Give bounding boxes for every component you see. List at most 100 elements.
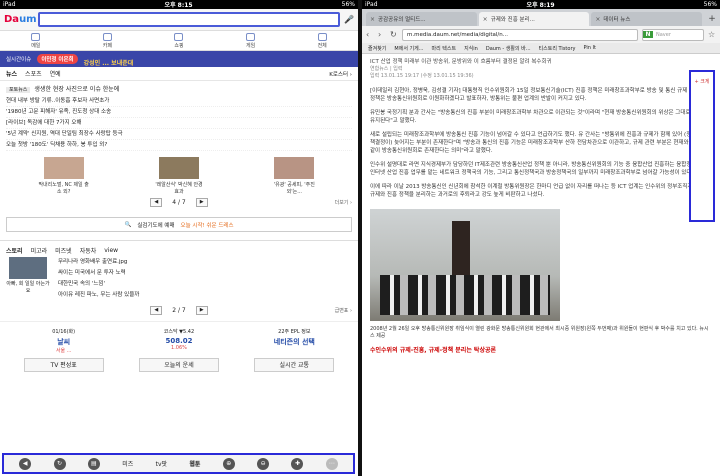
bookmarks-bar: 즐겨찾기 M에서 기게... 마리 텍스트 지식in Daum - 생활의 바.… — [362, 43, 720, 54]
toolbar-webtoon[interactable]: 웹툰 — [189, 459, 200, 468]
nav-mail[interactable]: 메일 — [31, 32, 40, 49]
fullscreen-icon[interactable]: ✚ — [291, 457, 304, 470]
more-link[interactable]: 더보기 › — [335, 199, 352, 206]
forward-arrow-icon[interactable]: › — [378, 30, 386, 39]
search-input[interactable]: N Naver — [642, 28, 704, 41]
photo-pager: ◀ 4 / 7 ▶ 더보기 › — [0, 195, 358, 209]
tab-migora[interactable]: 미고라 — [31, 246, 48, 255]
back-icon[interactable]: ◀ — [19, 457, 32, 470]
font-size-side-panel[interactable]: + 크게 — [689, 70, 715, 222]
kosdaq-widget[interactable]: 코스닥 ▼5.42 508.02 1.06% — [135, 328, 223, 354]
k-roster-link[interactable]: K로스터 › — [329, 70, 352, 78]
bookmark[interactable]: 즐겨찾기 — [368, 45, 386, 52]
prev-button[interactable]: ◀ — [150, 305, 163, 315]
mic-icon[interactable]: 🎤 — [344, 15, 354, 24]
photo-thumb — [274, 157, 315, 179]
widget-buttons: TV 편성표 오늘의 운세 실시간 교통 — [0, 354, 358, 376]
weather-widget[interactable]: 01/16(화) 날씨 서울 ... — [20, 328, 108, 354]
photo-card[interactable]: 막내리노벌, NC 제일 출소 외? — [38, 157, 90, 195]
list-item[interactable]: 아이유 레진 파노, 무는 사람 있을까 — [58, 290, 352, 301]
hot-keyword[interactable]: 이민정 이은희 — [37, 54, 78, 64]
toolbar-miz[interactable]: 미즈 — [122, 459, 133, 468]
search-input[interactable] — [38, 12, 341, 27]
photo-thumb — [158, 157, 199, 179]
article-photo[interactable] — [370, 209, 560, 321]
tab-car[interactable]: 자동차 — [80, 246, 97, 255]
story-body: 아빠, 회 일일 아는가요 무리나라 영화배우 출연료.jpg 싸이는 미국에서… — [0, 255, 358, 303]
nav-game[interactable]: 게임 — [246, 32, 255, 49]
address-bar: ‹ › ↻ m.media.daum.net/media/digital/n..… — [362, 26, 720, 43]
daum-logo[interactable]: Daum — [4, 14, 37, 25]
tab-entertainment[interactable]: 연예 — [50, 69, 61, 78]
browser-tab[interactable]: × 데이터 뉴스 — [591, 12, 703, 26]
list-item[interactable]: '1980년 고문 피해자' 유족, 진도청 상대 소송 — [6, 107, 352, 118]
zoom-in-icon[interactable]: ⊕ — [222, 457, 235, 470]
photo-card[interactable]: '레알산식' 박신혜 안경 효과 — [153, 157, 205, 195]
more-icon[interactable]: ⋯ — [325, 457, 338, 470]
next-button[interactable]: ▶ — [195, 305, 208, 315]
browser-tab-active[interactable]: × 규제와 진흥 분리... — [478, 12, 590, 26]
tab-view[interactable]: view — [104, 247, 118, 254]
traffic-button[interactable]: 실시간 교통 — [254, 358, 335, 372]
list-item[interactable]: '5년 계약' 신지원, 역대 단일팀 최장수 사랑탑 등극 — [6, 129, 352, 140]
star-icon[interactable]: ☆ — [708, 30, 716, 39]
bookmark[interactable]: 마리 텍스트 — [431, 45, 456, 52]
promo-bar[interactable]: 🔍 실검기도에 예매 오늘 시작! 쉬운 드레스 — [6, 217, 352, 232]
list-item[interactable]: 싸이는 미국에서 문 투자 노력 — [58, 268, 352, 279]
tab-story[interactable]: 스토리 — [6, 246, 23, 255]
tab-miznet[interactable]: 미즈넷 — [55, 246, 72, 255]
article-paragraph: [이데일리 김현아, 정병욱, 김성결 기자] 대통령직 인수위원회가 15일 … — [370, 88, 688, 102]
article-paragraph: 유민봉 국정기획 분과 간사는 "방송통신의 진흥 부분이 미래창조과학부 차관… — [370, 110, 691, 124]
tab-sports[interactable]: 스포츠 — [25, 69, 42, 78]
tab-news[interactable]: 뉴스 — [6, 69, 17, 78]
bookmark[interactable]: M에서 기게... — [394, 45, 423, 52]
bookmark[interactable]: 지식in — [464, 45, 478, 52]
url-field[interactable]: m.media.daum.net/media/digital/n... — [402, 28, 638, 41]
epl-widget[interactable]: 22주 EPL 정보 네티즌의 선택 — [250, 328, 338, 354]
list-item[interactable]: 무리나라 영화배우 출연료.jpg — [58, 257, 352, 268]
prev-button[interactable]: ◀ — [150, 197, 163, 207]
close-icon[interactable]: × — [483, 16, 488, 23]
browser-tab[interactable]: × 공감공유의 멀티드... — [366, 12, 477, 26]
list-item[interactable]: 오늘 첫방 '180도' 딕채용 하하, 봉 투입 외? — [6, 140, 352, 151]
more-link[interactable]: 급변표 › — [335, 307, 352, 314]
refresh-icon[interactable]: ↻ — [53, 457, 66, 470]
article: ICT 산업 정책 미래부 이관 방송위, 문방위와 이 흐름부터 결정된 알려… — [362, 54, 720, 357]
bookmark[interactable]: Pin It — [583, 45, 596, 51]
story-thumb[interactable]: 아빠, 회 일일 아는가요 — [6, 257, 50, 301]
article-paragraph: 인수위 설명대로 라면 지식경제부가 담당하던 IT제조관련 방송통신산업 정책… — [370, 162, 707, 176]
info-widgets: 01/16(화) 날씨 서울 ... 코스닥 ▼5.42 508.02 1.06% 22… — [0, 321, 358, 354]
new-tab-button[interactable]: + — [704, 12, 720, 26]
nav-cafe[interactable]: 카페 — [103, 32, 112, 49]
article-date: 입력 13.01.15 19:17 (수정 13.01.15 19:36) — [370, 73, 474, 79]
photo-strip: 막내리노벌, NC 제일 출소 외? '레알산식' 박신혜 안경 효과 '유광'… — [0, 151, 358, 195]
bookmark[interactable]: 티스토리 Tistory — [539, 45, 576, 52]
zoom-out-icon[interactable]: ⊖ — [257, 457, 270, 470]
enlarge-text-button[interactable]: + 크게 — [691, 78, 713, 85]
left-browser-pane: iPad 오후 8:15 56% Daum 🎤 메일 카페 쇼핑 게임 전체 실… — [0, 0, 358, 476]
fortune-button[interactable]: 오늘의 운세 — [138, 358, 219, 372]
close-icon[interactable]: × — [370, 16, 375, 23]
photo-news-headline[interactable]: 포토뉴스 생생한 현장 사진으로 이슈 한눈에 — [0, 81, 358, 96]
menu-icon[interactable]: ▤ — [87, 457, 100, 470]
list-item[interactable]: 현대 내부 방탈 기류..이동흡 후보자 사면초가 — [6, 96, 352, 107]
reload-icon[interactable]: ↻ — [390, 30, 398, 39]
list-item[interactable]: [라이브] 독감에 대한 7가지 오해 — [6, 118, 352, 129]
toolbar-tvpot[interactable]: tv팟 — [156, 459, 167, 468]
list-item[interactable]: 대한민국 속의 '느낌' — [58, 279, 352, 290]
shopping-icon — [174, 32, 184, 41]
photo-card[interactable]: '유광' 공세피, '주진외'는... — [268, 157, 320, 195]
nav-shopping[interactable]: 쇼핑 — [174, 32, 184, 49]
photo-caption: 2008년 2월 26일 오후 방송통신위원장 취임식이 열린 광화문 방송통신… — [370, 326, 709, 339]
story-pager: ◀ 2 / 7 ▶ 급변표 › — [0, 303, 358, 317]
nav-all[interactable]: 전체 — [318, 32, 327, 49]
close-icon[interactable]: × — [595, 16, 600, 23]
next-button[interactable]: ▶ — [195, 197, 208, 207]
article-source: 연합뉴스 | 입력 — [370, 66, 403, 72]
service-nav: 메일 카페 쇼핑 게임 전체 — [0, 31, 358, 51]
news-list: 현대 내부 방탈 기류..이동흡 후보자 사면초가 '1980년 고문 피해자'… — [0, 96, 358, 151]
bookmark[interactable]: Daum - 생활의 바... — [486, 45, 531, 52]
realtime-issue-banner[interactable]: 실시간이슈 이민정 이은희 강성인 ... 보내준대 — [0, 51, 358, 67]
back-arrow-icon[interactable]: ‹ — [366, 30, 374, 39]
tv-schedule-button[interactable]: TV 편성표 — [23, 358, 104, 372]
